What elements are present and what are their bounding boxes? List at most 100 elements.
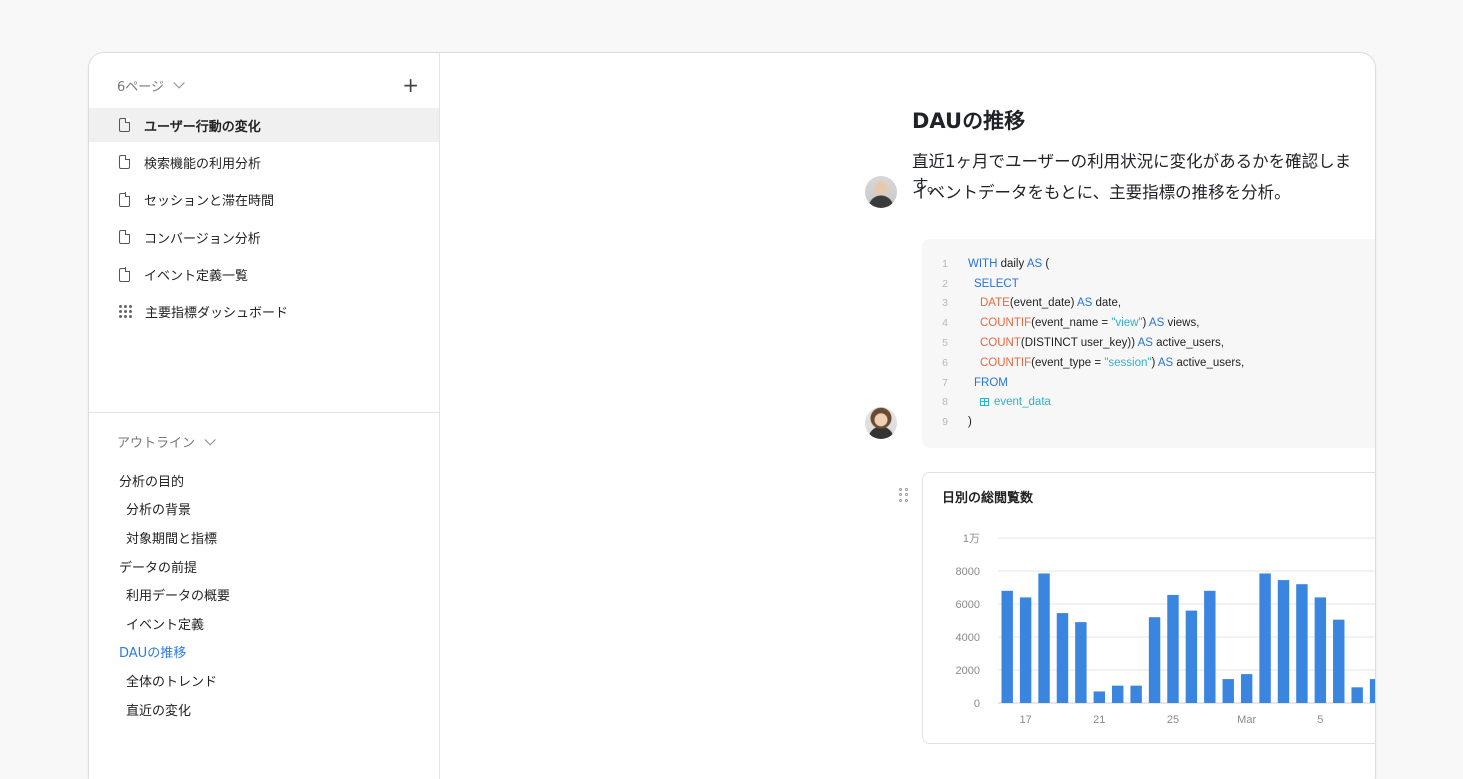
line-number: 7: [942, 376, 948, 389]
line-number: 4: [942, 317, 948, 330]
bar[interactable]: [1277, 580, 1290, 703]
code-line: 5 COUNT(DISTINCT user_key)) AS active_us…: [922, 333, 1375, 353]
y-tick-label: 1万: [963, 533, 980, 545]
document-icon: [119, 155, 131, 170]
code-string: "session": [1104, 356, 1152, 369]
bar[interactable]: [1296, 584, 1308, 703]
page-item-label: セッションと滞在時間: [144, 194, 275, 210]
document-icon: [119, 267, 131, 282]
line-number: 6: [942, 356, 948, 369]
outline-item[interactable]: 対象期間と指標: [119, 523, 230, 552]
bar[interactable]: [1240, 674, 1253, 703]
bar[interactable]: [1369, 679, 1376, 703]
document-icon: [119, 192, 131, 207]
bar[interactable]: [1056, 613, 1069, 703]
code-text: active_users,: [1152, 337, 1224, 350]
x-tick-label: Mar: [1237, 714, 1256, 726]
chevron-down-icon: [204, 433, 216, 446]
x-tick-label: 21: [1093, 714, 1105, 726]
page-item[interactable]: コンバージョン分析: [89, 220, 439, 254]
bar[interactable]: [1185, 610, 1198, 703]
outline-item[interactable]: データの前提: [119, 552, 230, 581]
page-list: ユーザー行動の変化 検索機能の利用分析 セッションと滞在時間 コンバージョン分析…: [89, 108, 439, 332]
page-item[interactable]: 検索機能の利用分析: [89, 145, 439, 179]
page-item-label: 主要指標ダッシュボード: [145, 306, 289, 322]
avatar[interactable]: [865, 176, 897, 208]
code-line: 4 COUNTIF(event_name = "view") AS views,: [922, 313, 1375, 333]
bar[interactable]: [1259, 573, 1271, 703]
outline-title: アウトライン: [117, 436, 196, 451]
page-item-label: 検索機能の利用分析: [144, 156, 262, 172]
y-tick-label: 2000: [956, 665, 980, 677]
code-keyword: FROM: [974, 376, 1008, 389]
chart-card: 日別の総閲覧数 020004000600080001万172125Mar5913…: [922, 472, 1376, 744]
y-tick-label: 0: [974, 698, 980, 710]
paragraph-line: イベントデータをもとに、主要指標の推移を分析。: [912, 183, 1291, 202]
line-number: 5: [942, 337, 948, 350]
x-tick-label: 5: [1317, 714, 1323, 726]
line-number: 2: [942, 277, 948, 290]
code-keyword: AS: [1076, 297, 1093, 310]
outline-list: 分析の目的 分析の背景 対象期間と指標 データの前提 利用データの概要 イベント…: [119, 466, 230, 723]
code-keyword: AS: [1026, 257, 1043, 270]
bar[interactable]: [1167, 594, 1179, 703]
drag-handle-icon[interactable]: [899, 488, 908, 502]
pages-dropdown[interactable]: 6ページ: [117, 76, 185, 95]
bar[interactable]: [1148, 617, 1161, 703]
bar[interactable]: [1001, 590, 1013, 703]
outline-item[interactable]: 直近の変化: [119, 695, 230, 724]
code-line: 3 DATE(event_date) AS date,: [922, 294, 1375, 314]
bar[interactable]: [1038, 573, 1050, 703]
line-number: 1: [942, 257, 948, 270]
bar[interactable]: [1351, 687, 1363, 703]
code-function: COUNTIF: [980, 356, 1032, 369]
code-function: COUNT: [980, 337, 1021, 350]
line-number: 9: [942, 416, 948, 429]
bar[interactable]: [1314, 597, 1327, 703]
y-tick-label: 8000: [956, 566, 980, 578]
dashboard-grid-icon: [119, 305, 132, 319]
outline-dropdown[interactable]: アウトライン: [117, 432, 216, 451]
outline-item-current[interactable]: DAUの推移: [119, 638, 230, 667]
bar[interactable]: [1075, 622, 1087, 703]
code-line: 7 FROM: [922, 373, 1375, 393]
document-icon: [119, 117, 131, 132]
outline-item[interactable]: 分析の目的: [119, 466, 230, 495]
code-keyword: AS: [1148, 317, 1165, 330]
y-tick-label: 4000: [956, 632, 980, 644]
bar[interactable]: [1112, 685, 1124, 703]
outline-item[interactable]: 分析の背景: [119, 495, 230, 524]
page-item[interactable]: イベント定義一覧: [89, 258, 439, 292]
code-text: (event_date): [1009, 297, 1077, 310]
page-item[interactable]: ユーザー行動の変化: [89, 108, 439, 142]
code-text: ): [968, 416, 972, 429]
document-icon: [119, 229, 131, 245]
bar[interactable]: [1204, 590, 1216, 703]
code-keyword: AS: [1137, 337, 1153, 350]
outline-item[interactable]: 利用データの概要: [119, 580, 230, 609]
page-item[interactable]: セッションと滞在時間: [89, 183, 439, 217]
page-item-label: コンバージョン分析: [144, 231, 261, 247]
code-block[interactable]: 1 WITH daily AS ( 2 SELECT 3 DATE(event_…: [922, 239, 1375, 448]
code-table-ref[interactable]: event_data: [994, 396, 1051, 408]
bar[interactable]: [1019, 597, 1032, 703]
pages-header: 6ページ +: [117, 75, 419, 95]
code-text: daily: [997, 257, 1027, 270]
x-tick-label: 25: [1167, 714, 1179, 726]
page-item[interactable]: 主要指標ダッシュボード: [89, 295, 439, 329]
bar[interactable]: [1222, 679, 1234, 703]
table-icon: [980, 398, 989, 407]
outline-item[interactable]: 全体のトレンド: [119, 666, 230, 695]
avatar[interactable]: [865, 407, 897, 439]
chevron-down-icon: [173, 77, 185, 89]
outline-item[interactable]: イベント定義: [119, 609, 230, 638]
code-keyword: SELECT: [974, 277, 1019, 290]
code-function: DATE: [980, 297, 1010, 310]
code-string: "view": [1111, 317, 1143, 330]
bar-chart: 020004000600080001万172125Mar591317: [956, 533, 1376, 726]
add-page-button[interactable]: +: [402, 75, 419, 95]
bar[interactable]: [1130, 685, 1142, 703]
code-keyword: AS: [1157, 356, 1174, 369]
bar[interactable]: [1093, 691, 1106, 703]
bar[interactable]: [1333, 619, 1345, 703]
